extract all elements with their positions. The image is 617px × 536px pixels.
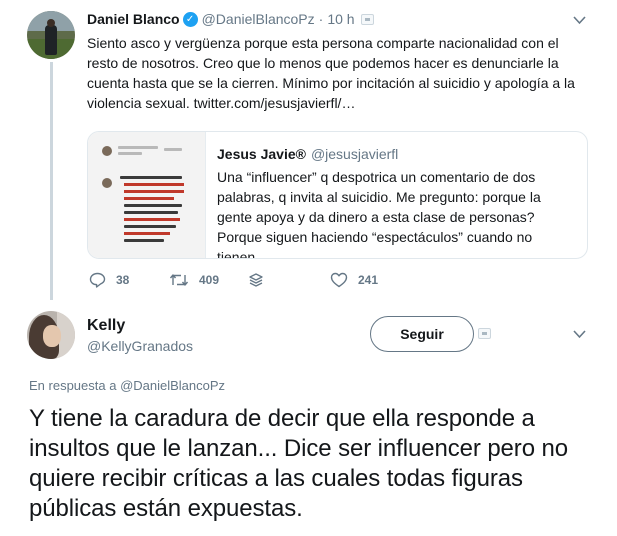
reply-icon (89, 272, 106, 288)
translate-badge-icon (360, 13, 374, 25)
tweet-link[interactable]: twitter.com/jesusjavierfl/… (194, 95, 356, 111)
quoted-tweet-text: Una “influencer” q despotrica un comenta… (217, 169, 541, 259)
quoted-author-name[interactable]: Jesus Javie® (217, 146, 306, 162)
quoted-tweet-card[interactable]: Jesus Javie® @jesusjavierfl Una “influen… (87, 131, 588, 259)
reply-tweet[interactable]: Kelly @KellyGranados Seguir En respuesta… (0, 300, 617, 536)
retweet-action[interactable]: 409 (169, 270, 219, 290)
translate-badge-icon (478, 328, 491, 339)
in-reply-mention[interactable]: @DanielBlancoPz (120, 378, 225, 393)
tweet-text: Y tiene la caradura de decir que ella re… (29, 405, 569, 522)
chevron-down-icon[interactable] (573, 330, 586, 339)
quoted-tweet-header: Jesus Javie® @jesusjavierfl (217, 146, 398, 162)
heart-icon (330, 272, 348, 288)
like-count: 241 (358, 273, 379, 287)
reply-action[interactable]: 38 (89, 270, 129, 290)
quoted-author-handle[interactable]: @jesusjavierfl (311, 146, 398, 162)
share-action[interactable] (248, 270, 264, 290)
in-reply-prefix: En respuesta a (29, 378, 121, 393)
avatar[interactable] (27, 311, 75, 359)
parent-tweet[interactable]: Daniel Blanco ✓ @DanielBlancoPz · 10 h S… (0, 0, 617, 300)
author-name[interactable]: Daniel Blanco (87, 11, 180, 27)
tweet-text: Siento asco y vergüenza porque esta pers… (87, 33, 592, 113)
in-reply-to: En respuesta a @DanielBlancoPz (29, 378, 225, 393)
follow-button[interactable]: Seguir (370, 316, 474, 352)
reply-count: 38 (116, 273, 130, 287)
like-action[interactable]: 241 (330, 270, 378, 290)
retweet-count: 409 (199, 273, 220, 287)
share-stack-icon (249, 273, 263, 287)
retweet-icon (169, 274, 189, 286)
author-name[interactable]: Kelly (87, 317, 125, 335)
author-handle[interactable]: @DanielBlancoPz (202, 11, 315, 27)
thread-connector-line (50, 62, 53, 300)
tweet-actions-bar: 38 409 241 (87, 270, 487, 290)
quoted-tweet-image[interactable] (88, 132, 206, 258)
avatar[interactable] (27, 11, 75, 59)
separator-dot: · (318, 11, 324, 27)
chevron-down-icon[interactable] (573, 16, 586, 25)
tweet-timestamp[interactable]: 10 h (327, 11, 354, 27)
tweet-header: Daniel Blanco ✓ @DanielBlancoPz · 10 h (87, 11, 374, 27)
verified-badge-icon: ✓ (182, 11, 198, 27)
author-handle[interactable]: @KellyGranados (87, 338, 193, 354)
